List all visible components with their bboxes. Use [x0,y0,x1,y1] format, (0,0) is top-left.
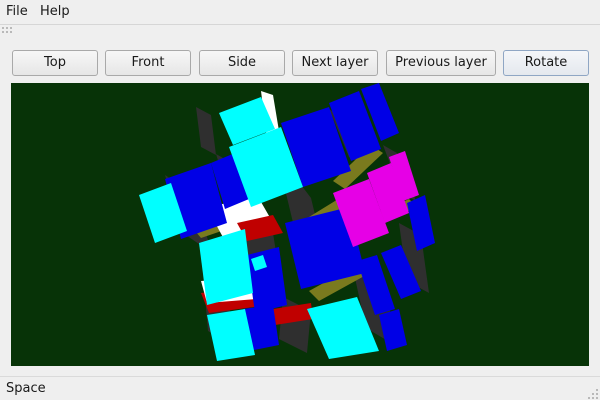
side-view-button[interactable]: Side [199,50,285,76]
cube-3d-viewport[interactable] [11,83,589,366]
top-view-button[interactable]: Top [12,50,98,76]
menu-file[interactable]: File [6,4,28,19]
front-view-button[interactable]: Front [105,50,191,76]
menu-help[interactable]: Help [40,4,70,19]
previous-layer-button[interactable]: Previous layer [386,50,496,76]
rotate-button[interactable]: Rotate [503,50,589,76]
rubiks-cube-render [139,83,435,361]
status-text: Space [6,381,46,396]
resize-grip-handle[interactable] [588,389,598,399]
toolbar-grip-handle[interactable] [2,27,12,33]
app-window: File Help Top Front Side Next layer Prev… [0,0,600,400]
status-bar: Space [0,376,600,400]
view-toolbar: Top Front Side Next layer Previous layer… [0,36,600,80]
next-layer-button[interactable]: Next layer [292,50,378,76]
menu-bar: File Help [0,0,600,25]
